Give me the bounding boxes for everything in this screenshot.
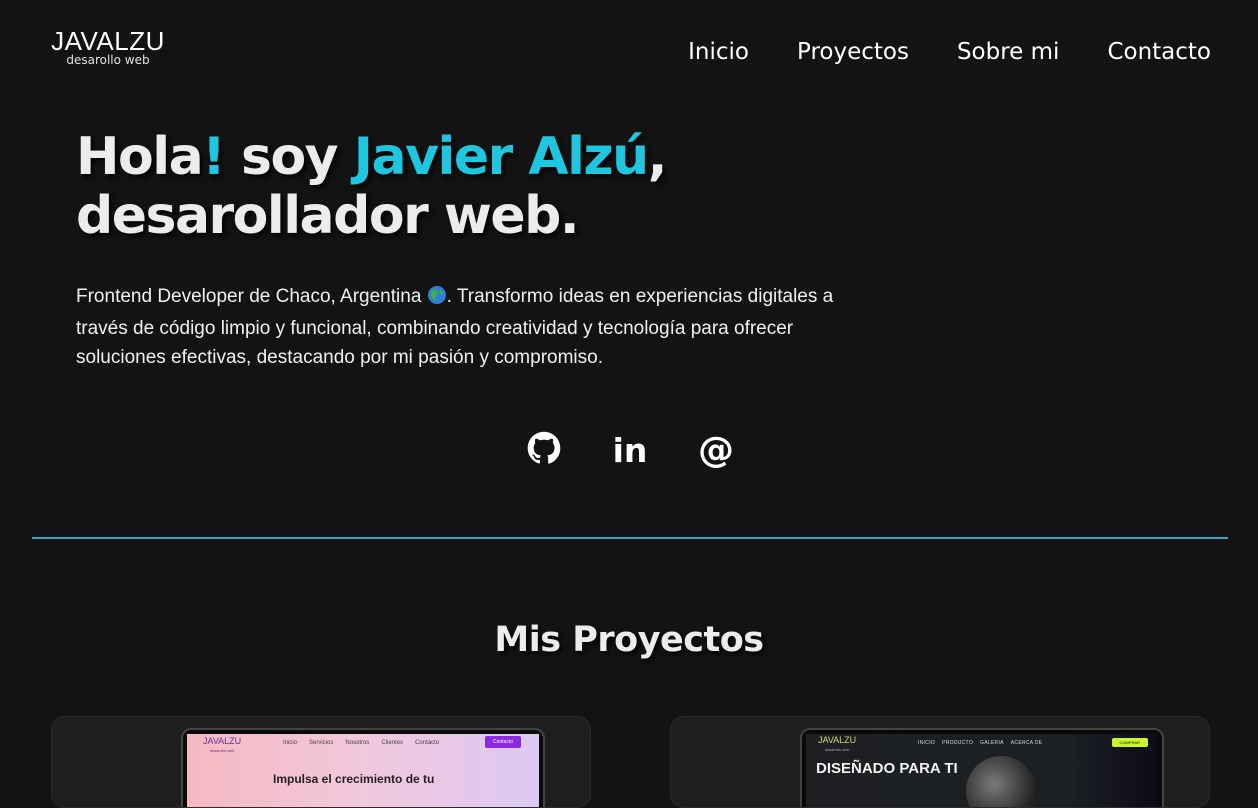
- project-card[interactable]: JAVALZU desarollo web INICIO PRODUCTO GAL…: [670, 716, 1210, 808]
- preview-nav-item: GALERIA: [980, 740, 1004, 746]
- email-link[interactable]: @: [698, 429, 734, 471]
- preview-logo-title: JAVALZU: [818, 735, 857, 745]
- preview-nav: INICIO PRODUCTO GALERIA ACERCA DE: [918, 740, 1042, 746]
- section-divider: [32, 537, 1228, 539]
- linkedin-link[interactable]: in: [612, 430, 648, 470]
- linkedin-icon: in: [612, 430, 648, 470]
- preview-logo: JAVALZU desarollo web: [818, 736, 856, 754]
- preview-nav-item: ACERCA DE: [1010, 740, 1043, 746]
- hero-soy: soy: [224, 127, 354, 187]
- laptop-frame: JAVALZU desarollo web INICIO PRODUCTO GAL…: [800, 728, 1164, 807]
- preview-logo-title: JAVALZU: [203, 736, 242, 746]
- preview-logo-sub: desarollo web: [824, 747, 850, 752]
- nav-link-sobre-mi[interactable]: Sobre mi: [957, 38, 1059, 66]
- hero-comma: ,: [647, 127, 668, 187]
- projects-title: Mis Proyectos: [494, 620, 764, 660]
- preview-button: Contacto: [484, 736, 521, 748]
- nav-link-inicio[interactable]: Inicio: [688, 38, 749, 66]
- hero-title: Hola! soy Javier Alzú, desarollador web.: [76, 127, 668, 246]
- github-icon: [527, 431, 561, 469]
- main-nav: Inicio Proyectos Sobre mi Contacto: [688, 38, 1211, 66]
- hero-exclamation: !: [202, 127, 226, 187]
- hero-hola: Hola: [76, 127, 204, 187]
- preview-nav-item: Clientes: [381, 740, 404, 746]
- globe-icon: [427, 285, 447, 314]
- project-card[interactable]: JAVALZU desarollo web Inicio Servicios No…: [51, 716, 591, 808]
- preview-button: COMPRAR: [1111, 738, 1148, 747]
- hero-name: Javier Alzú: [353, 127, 650, 187]
- preview-nav-item: INICIO: [918, 740, 936, 746]
- site-logo[interactable]: JAVALZU desarollo web: [48, 26, 168, 66]
- preview-nav-item: Nosotros: [345, 740, 370, 746]
- hero-role: desarollador web.: [76, 186, 580, 246]
- preview-image: [966, 756, 1036, 807]
- preview-nav-item: Contacto: [415, 740, 440, 746]
- hero-desc-part1: Frontend Developer de Chaco, Argentina: [76, 286, 427, 307]
- hero-description: Frontend Developer de Chaco, Argentina .…: [76, 282, 876, 372]
- preview-nav-item: PRODUCTO: [942, 740, 974, 746]
- project-screenshot: JAVALZU desarollo web Inicio Servicios No…: [187, 734, 539, 807]
- preview-nav-item: Servicios: [309, 740, 334, 746]
- logo-title: JAVALZU: [51, 26, 165, 56]
- nav-link-proyectos[interactable]: Proyectos: [797, 38, 909, 66]
- preview-nav: Inicio Servicios Nosotros Clientes Conta…: [283, 740, 439, 746]
- preview-nav-item: Inicio: [283, 740, 298, 746]
- nav-link-contacto[interactable]: Contacto: [1107, 38, 1211, 66]
- preview-logo-sub: desarollo web: [209, 748, 235, 753]
- preview-headline: DISEÑADO PARA TI: [816, 760, 958, 777]
- social-links: in @: [526, 429, 734, 471]
- preview-logo: JAVALZU desarollo web: [203, 737, 241, 755]
- email-at-icon: @: [698, 429, 734, 471]
- project-screenshot: JAVALZU desarollo web INICIO PRODUCTO GAL…: [806, 734, 1158, 807]
- preview-headline: Impulsa el crecimiento de tu: [273, 772, 435, 786]
- laptop-frame: JAVALZU desarollo web Inicio Servicios No…: [181, 728, 545, 807]
- github-link[interactable]: [526, 430, 562, 470]
